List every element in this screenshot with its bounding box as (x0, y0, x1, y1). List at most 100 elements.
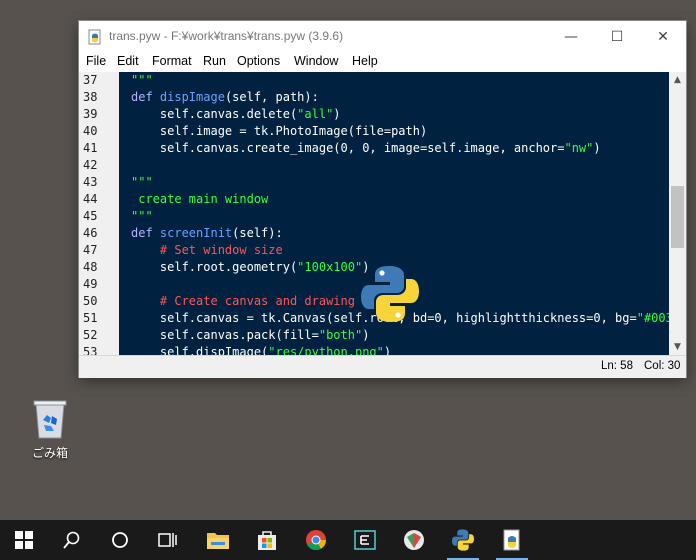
code-token: """ (131, 209, 153, 223)
line-number: 41 (83, 141, 98, 155)
close-button[interactable]: ✕ (640, 21, 686, 52)
code-line: self.canvas.create_image(0, 0, image=sel… (131, 141, 601, 155)
taskbar-chrome[interactable] (292, 520, 340, 560)
code-line: def screenInit(self): (131, 226, 283, 240)
code-line: """ (131, 73, 153, 87)
code-token: """ (131, 175, 153, 189)
code-line: # Create canvas and drawing i (131, 294, 370, 308)
status-bar: Ln: 58 Col: 30 (79, 355, 686, 378)
taskbar-python[interactable] (439, 520, 487, 560)
code-line: self.root.geometry("100x100") (131, 260, 370, 274)
title-bar[interactable]: trans.pyw - F:¥work¥trans¥trans.pyw (3.9… (79, 21, 686, 52)
cortana-icon (112, 532, 128, 548)
chrome-icon (306, 530, 327, 551)
column-indicator: Col: 30 (644, 360, 681, 372)
line-indicator: Ln: 58 (601, 360, 633, 372)
code-line: self.image = tk.PhotoImage(file=path) (131, 124, 427, 138)
line-number: 40 (83, 124, 98, 138)
code-token: self.canvas.create_image(0, 0, image=sel… (131, 141, 565, 155)
code-token: def (131, 90, 160, 104)
code-token: # Set window size (131, 243, 283, 257)
line-number: 42 (83, 158, 98, 172)
line-number: 39 (83, 107, 98, 121)
code-token: ) (362, 328, 370, 342)
code-token: self.canvas.delete( (131, 107, 298, 121)
scroll-down-arrow-icon[interactable]: ▼ (669, 339, 686, 355)
menu-bar: File Edit Format Run Options Window Help (79, 52, 686, 72)
line-number: 50 (83, 294, 98, 308)
taskbar-editor-app[interactable] (341, 520, 389, 560)
maximize-button[interactable]: ☐ (594, 21, 640, 52)
code-token: (self, path): (224, 90, 319, 104)
vertical-scrollbar[interactable]: ▲ ▼ (669, 72, 686, 355)
code-line: self.canvas.pack(fill="both") (131, 328, 370, 342)
code-token: "res/python.png" (268, 345, 384, 355)
task-view-icon (158, 533, 177, 547)
code-line: # Set window size (131, 243, 283, 257)
taskbar-file-explorer[interactable] (194, 520, 242, 560)
menu-format[interactable]: Format (152, 54, 192, 68)
line-number: 44 (83, 192, 98, 206)
code-line: """ (131, 175, 153, 189)
code-token: (self): (232, 226, 283, 240)
code-token: self.image = tk.PhotoImage(file=path) (131, 124, 428, 138)
start-button[interactable] (0, 520, 48, 560)
cortana-button[interactable] (96, 520, 144, 560)
scroll-up-arrow-icon[interactable]: ▲ (669, 72, 686, 88)
editor-app-icon (354, 530, 376, 550)
code-token: "both" (318, 328, 363, 342)
line-number: 46 (83, 226, 98, 240)
taskbar-gem-app[interactable] (390, 520, 438, 560)
code-token: "100x100" (297, 260, 363, 274)
store-icon (258, 531, 276, 550)
windows-start-icon (15, 531, 33, 549)
code-token: self.canvas.pack(fill= (131, 328, 319, 342)
recycle-bin-label: ごみ箱 (31, 446, 68, 460)
line-number: 37 (83, 73, 98, 87)
python-icon (452, 529, 474, 551)
gem-app-icon (404, 530, 424, 550)
taskbar-store[interactable] (243, 520, 291, 560)
menu-edit[interactable]: Edit (117, 54, 139, 68)
code-token: def (131, 226, 160, 240)
idle-icon (503, 529, 520, 551)
menu-file[interactable]: File (86, 54, 106, 68)
line-number: 52 (83, 328, 98, 342)
code-line: self.dispImage("res/python.png") (131, 345, 391, 355)
code-token: ) (383, 345, 392, 355)
code-token: # Create canvas and drawing i (131, 294, 370, 308)
scrollbar-thumb[interactable] (671, 186, 684, 248)
task-view-button[interactable] (144, 520, 192, 560)
code-token: "nw" (564, 141, 594, 155)
menu-help[interactable]: Help (352, 54, 378, 68)
code-token: "#0033 (636, 311, 669, 325)
line-number: 51 (83, 311, 98, 325)
line-number: 53 (83, 345, 98, 355)
line-number-gutter: 37 38 39 40 41 42 43 44 45 46 47 48 49 50 51 52 53 (79, 72, 119, 355)
taskbar-idle[interactable] (488, 520, 536, 560)
code-token: self.root.geometry( (131, 260, 298, 274)
code-line: self.canvas.delete("all") (131, 107, 341, 121)
recycle-bin-shortcut[interactable]: ごみ箱 (22, 398, 78, 461)
menu-options[interactable]: Options (237, 54, 280, 68)
menu-run[interactable]: Run (203, 54, 226, 68)
line-number: 49 (83, 277, 98, 291)
code-token: """ (131, 73, 153, 87)
recycle-bin-icon (31, 398, 69, 440)
python-logo-window[interactable] (361, 265, 419, 323)
code-token: ) (593, 141, 601, 155)
taskbar (0, 520, 696, 560)
window-title: trans.pyw - F:¥work¥trans¥trans.pyw (3.9… (109, 29, 344, 43)
line-number: 38 (83, 90, 98, 104)
minimize-button[interactable]: — (548, 21, 594, 52)
code-line: create main window (131, 192, 268, 206)
search-button[interactable] (48, 520, 96, 560)
line-number: 43 (83, 175, 98, 189)
idle-editor-window: trans.pyw - F:¥work¥trans¥trans.pyw (3.9… (79, 21, 686, 378)
code-line: """ (131, 209, 153, 223)
file-explorer-icon (207, 533, 229, 549)
idle-file-icon (87, 29, 103, 45)
code-token: create main window (131, 192, 269, 206)
code-token: self.dispImage( (131, 345, 269, 355)
menu-window[interactable]: Window (294, 54, 338, 68)
